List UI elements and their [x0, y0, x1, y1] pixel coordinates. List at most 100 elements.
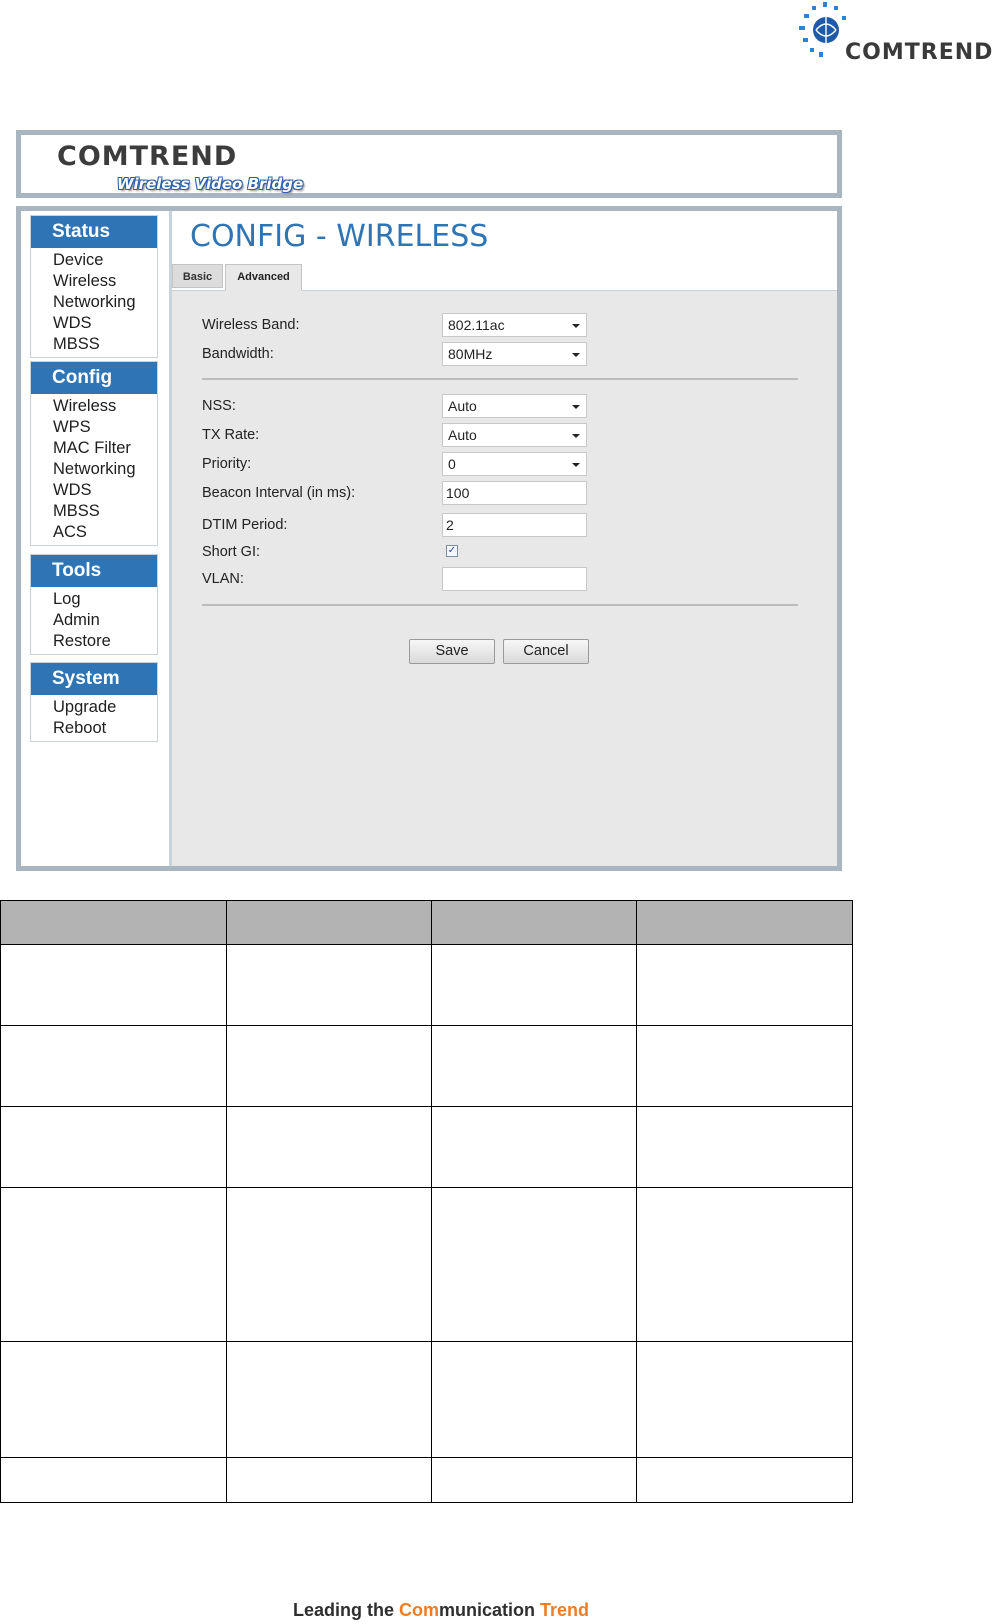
tx-rate-select[interactable]: Auto	[442, 423, 587, 447]
tx-rate-row: TX Rate: Auto	[172, 423, 837, 449]
nav-group-system: System Upgrade Reboot	[30, 662, 158, 742]
short-gi-row: Short GI: ✓	[172, 540, 837, 566]
nav-item-status-wireless[interactable]: Wireless	[31, 271, 157, 292]
beacon-interval-row: Beacon Interval (in ms): 100	[172, 481, 837, 507]
table-row	[0, 1025, 853, 1107]
table-cell	[431, 1106, 638, 1188]
short-gi-label: Short GI:	[202, 544, 261, 560]
dtim-period-input[interactable]: 2	[442, 513, 587, 537]
nss-row: NSS: Auto	[172, 394, 837, 420]
table-cell	[225, 1341, 433, 1458]
table-row	[0, 944, 853, 1026]
page-title: CONFIG - WIRELESS	[190, 219, 489, 254]
nav-item-config-acs[interactable]: ACS	[31, 522, 157, 543]
tab-advanced[interactable]: Advanced	[225, 264, 302, 291]
table-cell	[431, 944, 638, 1026]
nav-title-tools[interactable]: Tools	[31, 555, 157, 587]
nav-title-system[interactable]: System	[31, 663, 157, 695]
chevron-down-icon	[572, 324, 580, 328]
table-cell	[0, 1187, 227, 1342]
table-row	[0, 1106, 853, 1188]
bandwidth-value: 80MHz	[448, 346, 493, 362]
table-cell	[431, 1025, 638, 1107]
beacon-interval-label: Beacon Interval (in ms):	[202, 485, 356, 501]
table-row	[0, 1341, 853, 1458]
footer-text-1: Leading the	[293, 1600, 400, 1620]
table-cell	[431, 1457, 638, 1503]
table-cell	[636, 1341, 853, 1458]
tab-basic[interactable]: Basic	[172, 264, 223, 288]
beacon-interval-input[interactable]: 100	[442, 481, 587, 505]
chevron-down-icon	[572, 353, 580, 357]
comtrend-corporate-logo: COMTREND	[790, 0, 995, 70]
bandwidth-label: Bandwidth:	[202, 346, 274, 362]
nss-select[interactable]: Auto	[442, 394, 587, 418]
footer-text-2: munication	[439, 1600, 541, 1620]
nav-item-config-wds[interactable]: WDS	[31, 480, 157, 501]
header-brand: COMTREND	[57, 141, 238, 172]
app-window: Status Device Wireless Networking WDS MB…	[16, 206, 842, 871]
table-header-cell	[431, 900, 638, 945]
bandwidth-row: Bandwidth: 80MHz	[172, 342, 837, 368]
short-gi-checkbox[interactable]: ✓	[446, 545, 458, 557]
table-cell	[225, 1025, 433, 1107]
nav-item-system-upgrade[interactable]: Upgrade	[31, 697, 157, 718]
wireless-band-select[interactable]: 802.11ac	[442, 313, 587, 337]
table-cell	[431, 1341, 638, 1458]
table-cell	[636, 1106, 853, 1188]
nav-item-tools-admin[interactable]: Admin	[31, 610, 157, 631]
table-cell	[225, 944, 433, 1026]
header-subtitle: Wireless Video Bridge	[117, 175, 304, 193]
nav-group-config: Config Wireless WPS MAC Filter Networkin…	[30, 361, 158, 546]
nav-item-config-networking[interactable]: Networking	[31, 459, 157, 480]
cancel-button[interactable]: Cancel	[503, 639, 589, 664]
section-divider	[202, 378, 798, 380]
priority-value: 0	[448, 456, 456, 472]
table-cell	[431, 1187, 638, 1342]
save-button[interactable]: Save	[409, 639, 495, 664]
nav-item-status-device[interactable]: Device	[31, 250, 157, 271]
table-header-cell	[0, 900, 227, 945]
vlan-input[interactable]	[442, 567, 587, 591]
nss-value: Auto	[448, 398, 477, 414]
footer-accent-2: Trend	[540, 1600, 590, 1620]
nav-item-tools-restore[interactable]: Restore	[31, 631, 157, 652]
nav-item-status-mbss[interactable]: MBSS	[31, 334, 157, 355]
nav-item-status-networking[interactable]: Networking	[31, 292, 157, 313]
table-header-cell	[636, 900, 853, 945]
vlan-label: VLAN:	[202, 571, 244, 587]
chevron-down-icon	[572, 463, 580, 467]
button-row: Save Cancel	[172, 639, 837, 665]
vlan-row: VLAN:	[172, 567, 837, 593]
dtim-period-row: DTIM Period: 2	[172, 513, 837, 539]
nav-item-tools-log[interactable]: Log	[31, 589, 157, 610]
corporate-brand-text: COMTREND	[845, 40, 994, 65]
app-header: COMTREND Wireless Video Bridge	[16, 130, 842, 198]
tx-rate-value: Auto	[448, 427, 477, 443]
title-bar: CONFIG - WIRELESS	[172, 211, 837, 263]
nav-title-config[interactable]: Config	[31, 362, 157, 394]
table-cell	[225, 1187, 433, 1342]
section-divider	[202, 604, 798, 606]
table-cell	[636, 944, 853, 1026]
dtim-period-label: DTIM Period:	[202, 517, 288, 533]
table-row	[0, 1187, 853, 1342]
nav-item-config-mbss[interactable]: MBSS	[31, 501, 157, 522]
nss-label: NSS:	[202, 398, 236, 414]
table-cell	[0, 1106, 227, 1188]
nav-item-config-mac-filter[interactable]: MAC Filter	[31, 438, 157, 459]
nav-item-system-reboot[interactable]: Reboot	[31, 718, 157, 739]
nav-item-config-wireless[interactable]: Wireless	[31, 396, 157, 417]
table-cell	[0, 1025, 227, 1107]
nav-group-tools: Tools Log Admin Restore	[30, 554, 158, 655]
table-cell	[0, 944, 227, 1026]
table-header-cell	[225, 900, 433, 945]
nav-title-status[interactable]: Status	[31, 216, 157, 248]
nav-item-status-wds[interactable]: WDS	[31, 313, 157, 334]
tx-rate-label: TX Rate:	[202, 427, 260, 443]
table-cell	[225, 1457, 433, 1503]
table-cell	[636, 1187, 853, 1342]
priority-select[interactable]: 0	[442, 452, 587, 476]
nav-item-config-wps[interactable]: WPS	[31, 417, 157, 438]
bandwidth-select[interactable]: 80MHz	[442, 342, 587, 366]
